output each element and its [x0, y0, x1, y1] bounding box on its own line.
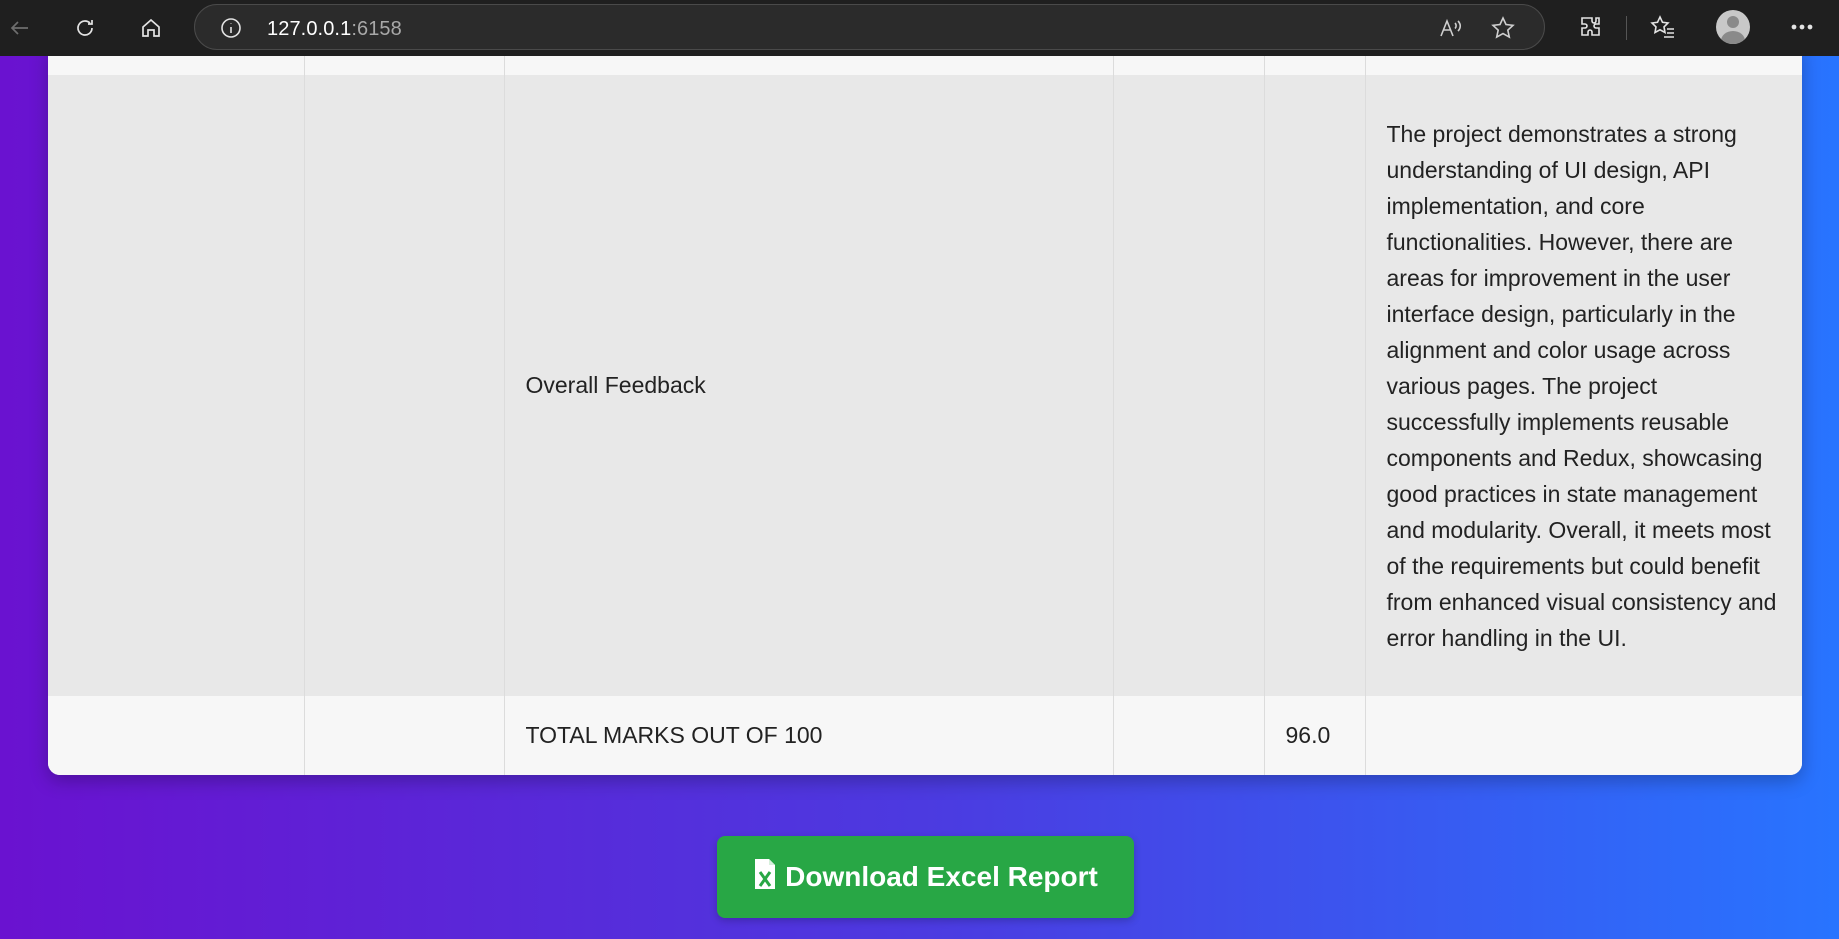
site-info-icon[interactable]	[219, 16, 243, 40]
table-cell	[48, 696, 305, 775]
favorites-icon[interactable]	[1648, 12, 1678, 42]
url-text[interactable]: 127.0.0.1:6158	[267, 18, 402, 41]
favorite-star-icon[interactable]	[1490, 15, 1516, 41]
browser-toolbar: 127.0.0.1:6158	[0, 0, 1839, 56]
table-cell	[1113, 696, 1265, 775]
table-cell	[48, 75, 305, 696]
extensions-icon[interactable]	[1576, 12, 1606, 42]
more-options-icon[interactable]	[1787, 12, 1817, 42]
back-arrow-icon[interactable]	[0, 8, 40, 48]
table-row	[48, 56, 1802, 75]
table-cell	[1365, 56, 1802, 75]
excel-file-icon	[753, 858, 777, 897]
table-cell	[1365, 696, 1802, 775]
table-cell	[1264, 56, 1366, 75]
download-button-label: Download Excel Report	[785, 861, 1098, 892]
profile-avatar[interactable]	[1716, 10, 1750, 44]
table-cell	[304, 56, 505, 75]
toolbar-divider	[1626, 16, 1627, 40]
home-icon[interactable]	[131, 8, 171, 48]
feedback-row: Overall Feedback The project demonstrate…	[48, 75, 1802, 696]
table-cell	[1113, 75, 1265, 696]
table-cell	[1264, 75, 1366, 696]
feedback-text: The project demonstrates a strong unders…	[1365, 75, 1802, 696]
page-background: Overall Feedback The project demonstrate…	[0, 56, 1839, 939]
download-excel-button[interactable]: Download Excel Report	[717, 836, 1134, 918]
table-cell	[48, 56, 305, 75]
total-marks: 96.0	[1264, 696, 1366, 775]
feedback-label: Overall Feedback	[504, 75, 1114, 696]
report-card: Overall Feedback The project demonstrate…	[48, 56, 1802, 775]
total-row: TOTAL MARKS OUT OF 100 96.0	[48, 696, 1802, 775]
read-aloud-icon[interactable]	[1437, 15, 1463, 41]
refresh-icon[interactable]	[65, 8, 105, 48]
total-label: TOTAL MARKS OUT OF 100	[504, 696, 1114, 775]
table-cell	[1113, 56, 1265, 75]
table-cell	[504, 56, 1114, 75]
table-cell	[304, 75, 505, 696]
table-cell	[304, 696, 505, 775]
marks-table: Overall Feedback The project demonstrate…	[48, 56, 1802, 775]
address-bar[interactable]: 127.0.0.1:6158	[194, 4, 1545, 50]
